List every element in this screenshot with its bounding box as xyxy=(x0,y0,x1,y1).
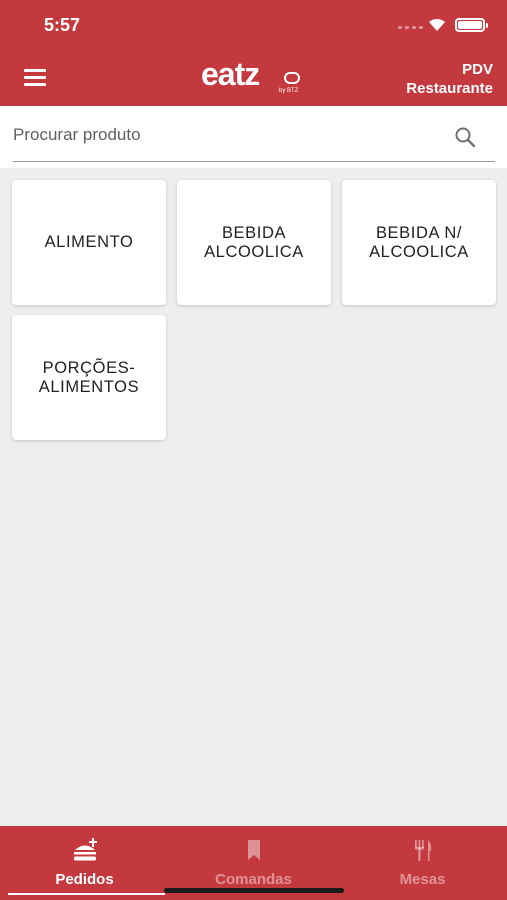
status-bar: 5:57 xyxy=(0,0,507,50)
hamburger-icon[interactable] xyxy=(24,69,46,86)
search-input[interactable] xyxy=(13,120,443,150)
category-label: PORÇÕES-ALIMENTOS xyxy=(38,358,140,396)
category-label: ALIMENTO xyxy=(44,233,134,251)
logo-wordmark: eatz xyxy=(201,56,260,92)
tab-mesas[interactable]: Mesas xyxy=(338,826,507,900)
category-card-bebida-alcoolica[interactable]: BEBIDA ALCOOLICA xyxy=(177,180,331,305)
battery-icon xyxy=(455,18,488,32)
eatz-logo: eatz by BTZ xyxy=(201,56,311,100)
app-bar: eatz by BTZ PDV Restaurante xyxy=(0,50,507,106)
search-bar xyxy=(0,106,507,168)
search-underline xyxy=(13,161,495,162)
title-line2: Restaurante xyxy=(406,80,493,97)
tab-label: Mesas xyxy=(399,871,446,888)
category-card-porcoes-alimentos[interactable]: PORÇÕES-ALIMENTOS xyxy=(12,315,166,440)
cutlery-icon xyxy=(414,840,431,861)
search-icon[interactable] xyxy=(454,126,476,148)
active-tab-indicator xyxy=(8,893,165,895)
bookmark-icon xyxy=(247,840,260,860)
home-indicator xyxy=(164,888,344,893)
wifi-icon xyxy=(429,18,445,31)
logo-sub: by BTZ xyxy=(279,88,299,94)
food-icon xyxy=(73,838,97,861)
bottom-tab-bar: Pedidos Comandas Mesas xyxy=(0,826,507,900)
tab-label: Pedidos xyxy=(55,871,114,888)
category-card-alimento[interactable]: ALIMENTO xyxy=(12,180,166,305)
category-label: BEBIDA ALCOOLICA xyxy=(204,223,304,261)
category-card-bebida-nao-alcoolica[interactable]: BEBIDA N/ ALCOOLICA xyxy=(342,180,496,305)
logo-badge-icon xyxy=(284,72,300,84)
cellular-signal-icon xyxy=(398,26,423,29)
category-label: BEBIDA N/ ALCOOLICA xyxy=(369,223,469,261)
status-time: 5:57 xyxy=(44,15,81,35)
tab-pedidos[interactable]: Pedidos xyxy=(0,826,169,900)
title-line1: PDV xyxy=(462,61,493,78)
tab-label: Comandas xyxy=(215,871,292,888)
page-title: PDV Restaurante xyxy=(406,60,493,98)
